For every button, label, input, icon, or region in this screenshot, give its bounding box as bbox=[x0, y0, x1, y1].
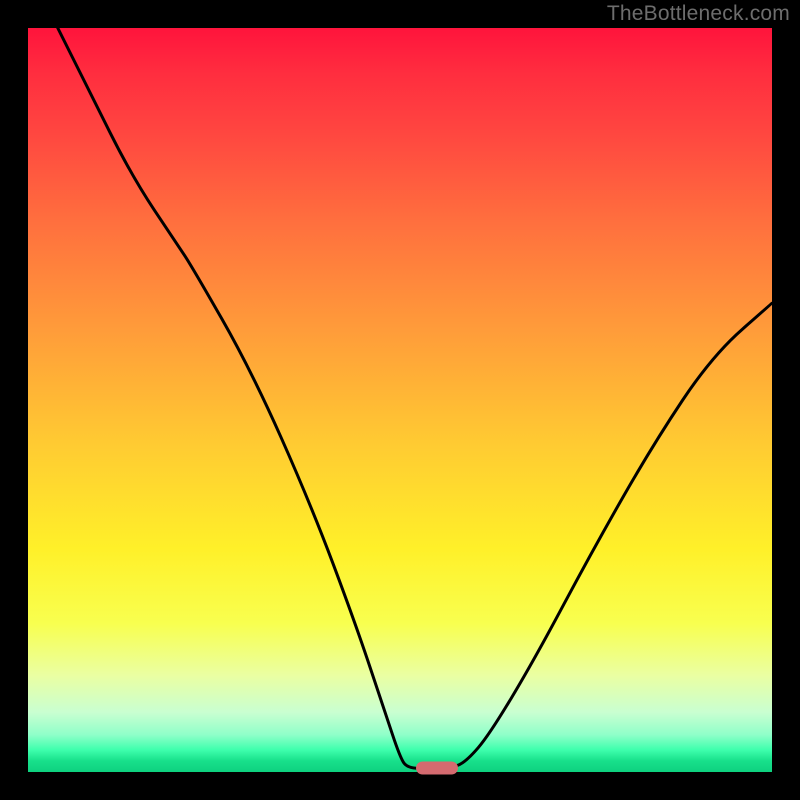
optimal-point-marker bbox=[416, 762, 458, 775]
chart-root: TheBottleneck.com bbox=[0, 0, 800, 800]
watermark-text: TheBottleneck.com bbox=[607, 2, 790, 26]
plot-area bbox=[28, 28, 772, 772]
bottleneck-curve bbox=[28, 28, 772, 772]
